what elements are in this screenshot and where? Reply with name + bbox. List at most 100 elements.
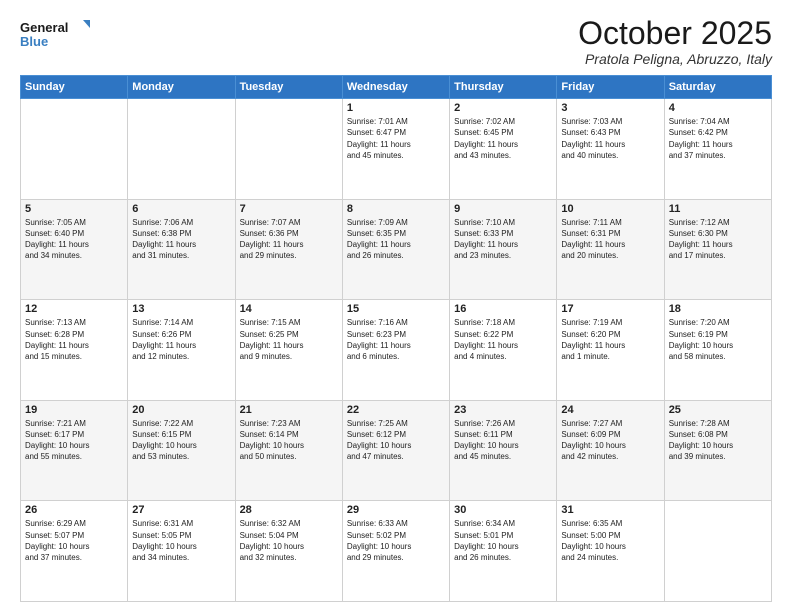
calendar-table: Sunday Monday Tuesday Wednesday Thursday… [20, 75, 772, 602]
day-number: 5 [25, 203, 123, 215]
calendar-cell [128, 99, 235, 200]
day-info: Sunrise: 7:01 AM Sunset: 6:47 PM Dayligh… [347, 116, 445, 161]
day-number: 24 [561, 404, 659, 416]
calendar-cell: 20Sunrise: 7:22 AM Sunset: 6:15 PM Dayli… [128, 400, 235, 501]
day-info: Sunrise: 7:02 AM Sunset: 6:45 PM Dayligh… [454, 116, 552, 161]
day-number: 18 [669, 303, 767, 315]
calendar-week-2: 5Sunrise: 7:05 AM Sunset: 6:40 PM Daylig… [21, 199, 772, 300]
day-number: 31 [561, 504, 659, 516]
day-number: 12 [25, 303, 123, 315]
day-info: Sunrise: 6:29 AM Sunset: 5:07 PM Dayligh… [25, 518, 123, 563]
calendar-cell: 26Sunrise: 6:29 AM Sunset: 5:07 PM Dayli… [21, 501, 128, 602]
calendar-cell: 29 Sunrise: 6:33 AM Sunset: 5:02 PM Dayli… [342, 501, 449, 602]
day-number: 9 [454, 203, 552, 215]
calendar-cell: 21 Sunrise: 7:23 AM Sunset: 6:14 PM Dayli… [235, 400, 342, 501]
day-info: Sunrise: 7:22 AM Sunset: 6:15 PM Dayligh… [132, 418, 230, 463]
day-info: Sunrise: 6:33 AM Sunset: 5:02 PM Dayligh… [347, 518, 445, 563]
col-wednesday: Wednesday [342, 76, 449, 99]
page: General Blue October 2025 Pratola Pelign… [0, 0, 792, 612]
day-number: 13 [132, 303, 230, 315]
day-number: 2 [454, 102, 552, 114]
calendar-cell: 28Sunrise: 6:32 AM Sunset: 5:04 PM Dayli… [235, 501, 342, 602]
day-number: 4 [669, 102, 767, 114]
day-number: 3 [561, 102, 659, 114]
calendar-cell: 24 Sunrise: 7:27 AM Sunset: 6:09 PM Dayli… [557, 400, 664, 501]
day-number: 29 [347, 504, 445, 516]
day-info: Sunrise: 7:12 AM Sunset: 6:30 PM Dayligh… [669, 217, 767, 262]
title-block: October 2025 Pratola Peligna, Abruzzo, I… [578, 16, 772, 67]
day-info: Sunrise: 7:23 AM Sunset: 6:14 PM Dayligh… [240, 418, 338, 463]
svg-text:General: General [20, 20, 68, 35]
day-number: 10 [561, 203, 659, 215]
day-info: Sunrise: 7:15 AM Sunset: 6:25 PM Dayligh… [240, 317, 338, 362]
calendar-cell: 14 Sunrise: 7:15 AM Sunset: 6:25 PM Dayli… [235, 300, 342, 401]
col-saturday: Saturday [664, 76, 771, 99]
calendar-cell: 9 Sunrise: 7:10 AM Sunset: 6:33 PM Daylig… [450, 199, 557, 300]
day-number: 6 [132, 203, 230, 215]
day-number: 21 [240, 404, 338, 416]
day-info: Sunrise: 7:03 AM Sunset: 6:43 PM Dayligh… [561, 116, 659, 161]
day-info: Sunrise: 7:28 AM Sunset: 6:08 PM Dayligh… [669, 418, 767, 463]
calendar-week-3: 12Sunrise: 7:13 AM Sunset: 6:28 PM Dayli… [21, 300, 772, 401]
calendar-cell: 15 Sunrise: 7:16 AM Sunset: 6:23 PM Dayli… [342, 300, 449, 401]
location: Pratola Peligna, Abruzzo, Italy [578, 51, 772, 67]
calendar-cell: 6 Sunrise: 7:06 AM Sunset: 6:38 PM Daylig… [128, 199, 235, 300]
day-info: Sunrise: 7:20 AM Sunset: 6:19 PM Dayligh… [669, 317, 767, 362]
calendar-cell: 18 Sunrise: 7:20 AM Sunset: 6:19 PM Dayli… [664, 300, 771, 401]
calendar-cell: 10Sunrise: 7:11 AM Sunset: 6:31 PM Dayli… [557, 199, 664, 300]
day-info: Sunrise: 7:18 AM Sunset: 6:22 PM Dayligh… [454, 317, 552, 362]
day-info: Sunrise: 7:07 AM Sunset: 6:36 PM Dayligh… [240, 217, 338, 262]
day-info: Sunrise: 7:10 AM Sunset: 6:33 PM Dayligh… [454, 217, 552, 262]
calendar-cell: 7 Sunrise: 7:07 AM Sunset: 6:36 PM Daylig… [235, 199, 342, 300]
day-info: Sunrise: 7:19 AM Sunset: 6:20 PM Dayligh… [561, 317, 659, 362]
day-number: 16 [454, 303, 552, 315]
header: General Blue October 2025 Pratola Pelign… [20, 16, 772, 67]
day-number: 14 [240, 303, 338, 315]
day-number: 15 [347, 303, 445, 315]
day-info: Sunrise: 6:34 AM Sunset: 5:01 PM Dayligh… [454, 518, 552, 563]
calendar-cell: 2 Sunrise: 7:02 AM Sunset: 6:45 PM Daylig… [450, 99, 557, 200]
calendar-cell: 30 Sunrise: 6:34 AM Sunset: 5:01 PM Dayli… [450, 501, 557, 602]
calendar-cell: 11Sunrise: 7:12 AM Sunset: 6:30 PM Dayli… [664, 199, 771, 300]
header-row: Sunday Monday Tuesday Wednesday Thursday… [21, 76, 772, 99]
calendar-cell [235, 99, 342, 200]
logo-svg: General Blue [20, 16, 90, 52]
day-info: Sunrise: 6:31 AM Sunset: 5:05 PM Dayligh… [132, 518, 230, 563]
calendar-week-5: 26Sunrise: 6:29 AM Sunset: 5:07 PM Dayli… [21, 501, 772, 602]
calendar-cell: 31 Sunrise: 6:35 AM Sunset: 5:00 PM Dayli… [557, 501, 664, 602]
col-monday: Monday [128, 76, 235, 99]
day-number: 30 [454, 504, 552, 516]
calendar-cell: 8 Sunrise: 7:09 AM Sunset: 6:35 PM Daylig… [342, 199, 449, 300]
day-info: Sunrise: 7:16 AM Sunset: 6:23 PM Dayligh… [347, 317, 445, 362]
calendar-cell: 19Sunrise: 7:21 AM Sunset: 6:17 PM Dayli… [21, 400, 128, 501]
calendar-cell: 4 Sunrise: 7:04 AM Sunset: 6:42 PM Daylig… [664, 99, 771, 200]
day-info: Sunrise: 7:09 AM Sunset: 6:35 PM Dayligh… [347, 217, 445, 262]
logo: General Blue [20, 16, 90, 52]
calendar-cell: 3 Sunrise: 7:03 AM Sunset: 6:43 PM Daylig… [557, 99, 664, 200]
day-number: 19 [25, 404, 123, 416]
day-number: 1 [347, 102, 445, 114]
day-info: Sunrise: 7:27 AM Sunset: 6:09 PM Dayligh… [561, 418, 659, 463]
calendar-cell: 12Sunrise: 7:13 AM Sunset: 6:28 PM Dayli… [21, 300, 128, 401]
day-info: Sunrise: 7:06 AM Sunset: 6:38 PM Dayligh… [132, 217, 230, 262]
col-sunday: Sunday [21, 76, 128, 99]
svg-text:Blue: Blue [20, 34, 48, 49]
day-number: 17 [561, 303, 659, 315]
calendar-cell: 23Sunrise: 7:26 AM Sunset: 6:11 PM Dayli… [450, 400, 557, 501]
day-info: Sunrise: 7:26 AM Sunset: 6:11 PM Dayligh… [454, 418, 552, 463]
calendar-cell: 27Sunrise: 6:31 AM Sunset: 5:05 PM Dayli… [128, 501, 235, 602]
day-info: Sunrise: 7:04 AM Sunset: 6:42 PM Dayligh… [669, 116, 767, 161]
day-number: 7 [240, 203, 338, 215]
calendar-cell: 17 Sunrise: 7:19 AM Sunset: 6:20 PM Dayli… [557, 300, 664, 401]
day-info: Sunrise: 6:35 AM Sunset: 5:00 PM Dayligh… [561, 518, 659, 563]
calendar-cell [21, 99, 128, 200]
col-tuesday: Tuesday [235, 76, 342, 99]
day-info: Sunrise: 7:25 AM Sunset: 6:12 PM Dayligh… [347, 418, 445, 463]
day-number: 28 [240, 504, 338, 516]
day-number: 8 [347, 203, 445, 215]
calendar-cell: 5Sunrise: 7:05 AM Sunset: 6:40 PM Daylig… [21, 199, 128, 300]
calendar-week-1: 1 Sunrise: 7:01 AM Sunset: 6:47 PM Daylig… [21, 99, 772, 200]
calendar-cell: 13Sunrise: 7:14 AM Sunset: 6:26 PM Dayli… [128, 300, 235, 401]
calendar-cell: 22Sunrise: 7:25 AM Sunset: 6:12 PM Dayli… [342, 400, 449, 501]
col-thursday: Thursday [450, 76, 557, 99]
